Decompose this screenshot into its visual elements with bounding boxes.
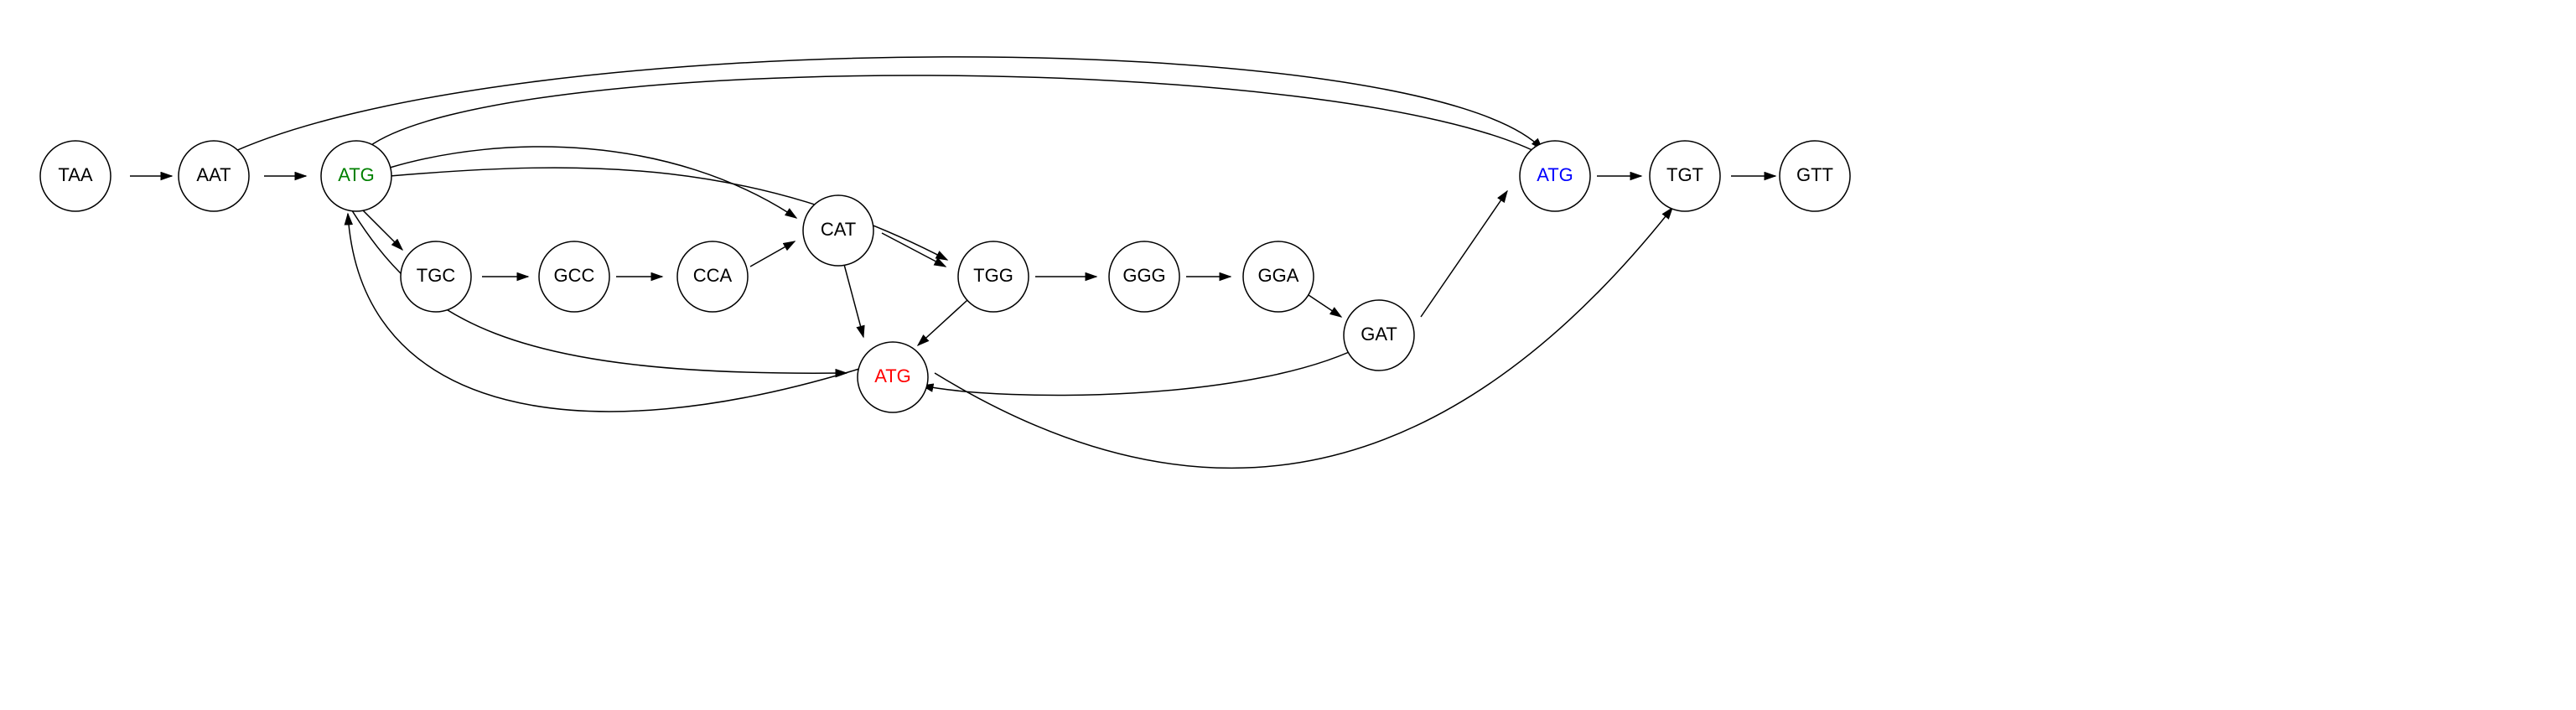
- svg-text:TAA: TAA: [58, 164, 92, 185]
- node-GCC: GCC: [539, 241, 609, 312]
- node-GGG: GGG: [1109, 241, 1179, 312]
- svg-text:GGG: GGG: [1122, 265, 1165, 286]
- svg-text:GAT: GAT: [1361, 324, 1397, 345]
- svg-text:CCA: CCA: [693, 265, 733, 286]
- svg-text:CAT: CAT: [821, 219, 856, 240]
- node-CCA: CCA: [677, 241, 748, 312]
- node-GGA: GGA: [1243, 241, 1314, 312]
- node-AAT: AAT: [179, 141, 249, 211]
- svg-text:ATG: ATG: [874, 365, 911, 386]
- svg-text:ATG: ATG: [1537, 164, 1573, 185]
- node-ATG1: ATG: [321, 141, 391, 211]
- svg-text:ATG: ATG: [338, 164, 375, 185]
- node-TGG: TGG: [958, 241, 1029, 312]
- node-TGT: TGT: [1650, 141, 1720, 211]
- svg-text:TGT: TGT: [1666, 164, 1703, 185]
- node-ATG2: ATG: [858, 342, 928, 412]
- node-GTT: GTT: [1780, 141, 1850, 211]
- node-TAA: TAA: [40, 141, 111, 211]
- svg-text:GGA: GGA: [1258, 265, 1299, 286]
- node-ATG3: ATG: [1520, 141, 1590, 211]
- svg-text:TGC: TGC: [417, 265, 456, 286]
- node-GAT: GAT: [1344, 300, 1414, 371]
- node-TGC: TGC: [401, 241, 471, 312]
- svg-text:TGG: TGG: [973, 265, 1013, 286]
- node-CAT: CAT: [803, 195, 873, 266]
- svg-text:AAT: AAT: [196, 164, 231, 185]
- svg-text:GCC: GCC: [554, 265, 595, 286]
- svg-text:GTT: GTT: [1796, 164, 1833, 185]
